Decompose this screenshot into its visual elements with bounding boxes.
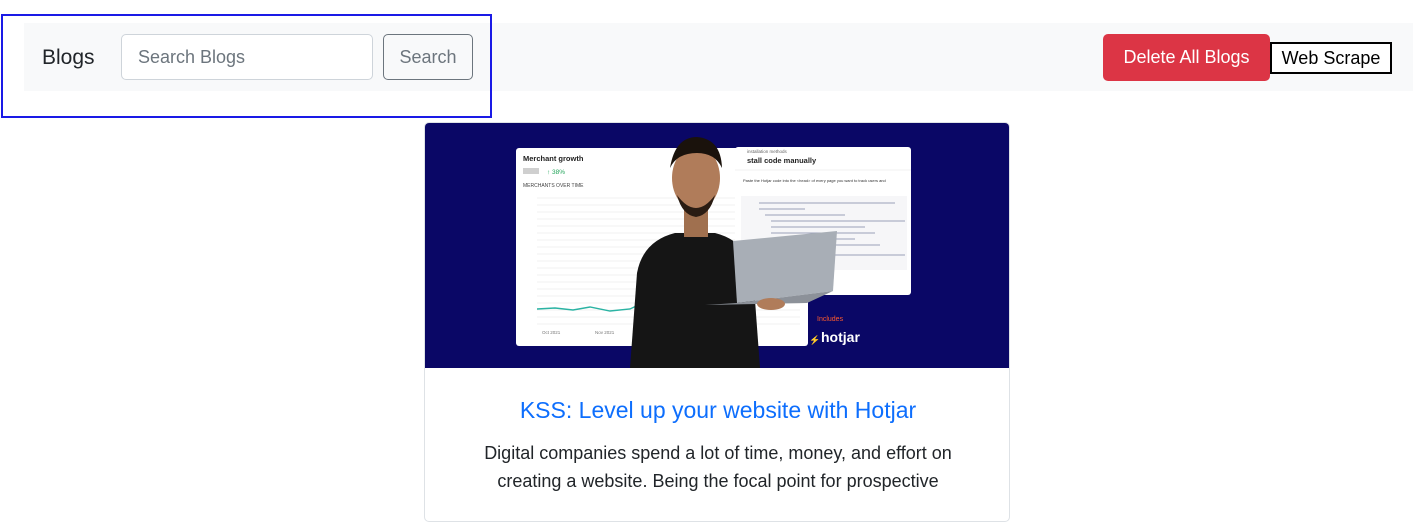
badge-brand: hotjar	[821, 329, 860, 345]
chart-panel-stat: ↑ 38%	[547, 169, 565, 176]
search-input[interactable]	[121, 34, 373, 80]
chart-x-label: Oct 2021	[542, 330, 561, 335]
blurred-value	[523, 168, 539, 174]
blog-title-link[interactable]: KSS: Level up your website with Hotjar	[425, 395, 1009, 425]
delete-all-blogs-button[interactable]: Delete All Blogs	[1103, 34, 1270, 81]
navbar: Blogs Search Delete All Blogs Web Scrape	[24, 23, 1413, 91]
code-panel-header: installation methods	[747, 149, 788, 154]
chart-panel-title: Merchant growth	[523, 154, 584, 163]
blog-card: Merchant growth ↑ 38% MERCHANTS OVER TIM…	[424, 122, 1010, 522]
blog-card-illustration: Merchant growth ↑ 38% MERCHANTS OVER TIM…	[516, 137, 911, 368]
web-scrape-button[interactable]: Web Scrape	[1270, 42, 1392, 74]
search-button[interactable]: Search	[383, 34, 473, 80]
blog-card-image: Merchant growth ↑ 38% MERCHANTS OVER TIM…	[425, 123, 1009, 368]
badge-label: Includes	[817, 316, 844, 323]
code-panel-title: stall code manually	[747, 156, 817, 165]
hotjar-flame-icon: ⚡	[809, 334, 820, 346]
chart-x-label: Nov 2021	[595, 330, 615, 335]
navbar-brand[interactable]: Blogs	[42, 43, 95, 73]
code-panel-desc: Paste the Hotjar code into the <head> of…	[743, 178, 886, 183]
chart-panel-subtitle: MERCHANTS OVER TIME	[523, 183, 584, 189]
blog-excerpt: Digital companies spend a lot of time, m…	[484, 443, 952, 491]
